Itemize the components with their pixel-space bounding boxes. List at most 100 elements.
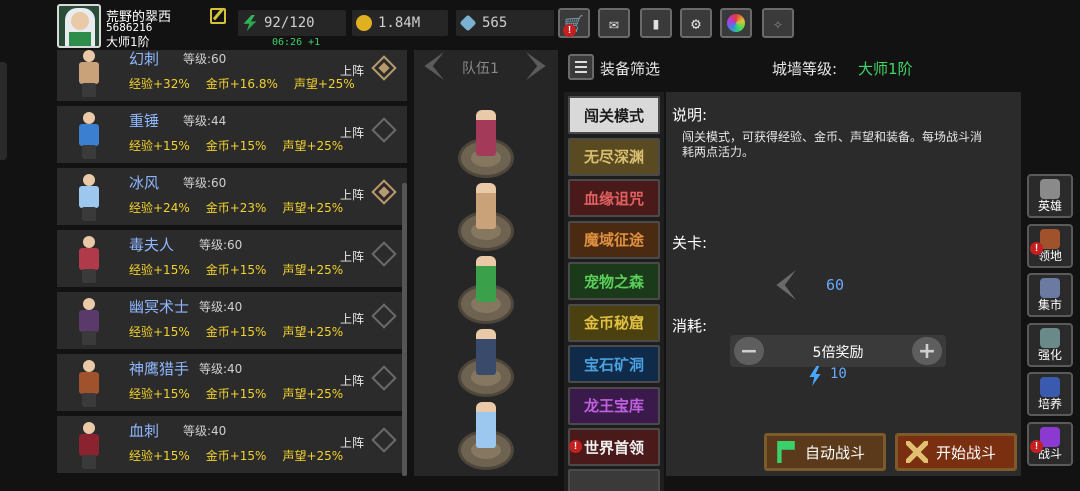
- hero-name: 血刺: [129, 422, 160, 440]
- shop-button[interactable]: 🛒 !: [558, 8, 590, 38]
- mode-tab[interactable]: 无尽深渊: [568, 137, 660, 176]
- side-nav-4[interactable]: 培养: [1027, 372, 1073, 416]
- side-drawer-handle[interactable]: [0, 62, 7, 160]
- hero-row[interactable]: 幽冥术士 等级:40 经验+15% 金币+15% 声望+25% 上阵: [57, 292, 407, 349]
- hero-bonuses: 经验+15% 金币+15% 声望+25%: [129, 385, 359, 402]
- color-button[interactable]: [720, 8, 752, 38]
- avatar-body: [69, 32, 91, 46]
- hero-row[interactable]: 血刺 等级:40 经验+15% 金币+15% 声望+25% 上阵: [57, 416, 407, 473]
- hero-exp-bonus: 经验+24%: [129, 201, 190, 215]
- mode-tab-label: 魔域征途: [583, 231, 644, 249]
- hero-head: [83, 50, 95, 62]
- multiplier-increase-button[interactable]: +: [912, 337, 942, 365]
- hero-bonuses: 经验+15% 金币+15% 声望+25%: [129, 137, 359, 154]
- start-battle-label: 开始战斗: [936, 443, 997, 462]
- deploy-label: 上阵: [340, 64, 365, 78]
- mode-tab[interactable]: 闯关模式: [568, 96, 660, 134]
- deploy-toggle-icon[interactable]: [371, 241, 397, 267]
- hero-sprite: [67, 234, 113, 284]
- hero-sprite: [67, 172, 113, 222]
- hero-legs: [82, 145, 96, 159]
- team-member-sprite: [476, 329, 496, 375]
- side-nav-2[interactable]: 集市: [1027, 273, 1073, 317]
- mode-tab-label: 无尽深渊: [583, 148, 644, 166]
- mail-button[interactable]: ✉: [598, 8, 630, 38]
- description-title: 说明:: [672, 106, 708, 124]
- team-member-sprite: [476, 256, 496, 302]
- side-nav-3[interactable]: 强化: [1027, 322, 1073, 367]
- gold-coin-icon: [356, 15, 372, 31]
- hero-gold-bonus: 金币+16.8%: [205, 77, 278, 91]
- deploy-toggle-icon[interactable]: [371, 55, 397, 81]
- hero-list[interactable]: 幻刺 等级:60 经验+32% 金币+16.8% 声望+25% 上阵 重锤 等级:44 经验+1…: [57, 50, 407, 476]
- menu-line-icon: [575, 71, 587, 73]
- hero-legs: [82, 83, 96, 97]
- hero-row[interactable]: 冰风 等级:60 经验+24% 金币+23% 声望+25% 上阵: [57, 168, 407, 225]
- hero-list-scrollbar[interactable]: [402, 183, 407, 476]
- hero-exp-bonus: 经验+15%: [129, 387, 190, 401]
- energy-value: 92/120: [264, 15, 315, 31]
- hero-row[interactable]: 重锤 等级:44 经验+15% 金币+15% 声望+25% 上阵: [57, 106, 407, 163]
- equipment-filter-button[interactable]: [568, 54, 594, 80]
- hero-sprite: [67, 358, 113, 408]
- portal-icon: [1040, 426, 1060, 447]
- mode-tab[interactable]: 世界首领!: [568, 428, 660, 466]
- mode-tab-label: 宝石矿洞: [583, 355, 644, 374]
- avatar[interactable]: [57, 4, 101, 48]
- hero-gold-bonus: 金币+15%: [205, 387, 267, 401]
- hero-level: 等级:60: [183, 52, 227, 66]
- cost-label: 消耗:: [672, 317, 708, 335]
- side-nav-1[interactable]: 领地!: [1027, 223, 1073, 268]
- mode-list[interactable]: 闯关模式无尽深渊血缘诅咒魔域征途宠物之森金币秘窟宝石矿洞龙王宝库 世界首领!: [564, 92, 664, 491]
- deploy-label: 上阵: [340, 374, 365, 388]
- castle-icon: [1040, 228, 1060, 249]
- deploy-toggle-icon[interactable]: [371, 427, 397, 453]
- gold-value: 1.84M: [378, 15, 421, 31]
- edit-name-icon[interactable]: [210, 8, 226, 24]
- mode-tab[interactable]: 宝石矿洞: [568, 345, 660, 383]
- wall-level-label: 城墙等级:: [772, 60, 838, 78]
- gamepad-icon: ▮: [651, 13, 661, 33]
- stage-value: 60: [826, 276, 845, 294]
- side-nav-5[interactable]: 战斗!: [1027, 421, 1073, 466]
- hero-row[interactable]: 幻刺 等级:60 经验+32% 金币+16.8% 声望+25% 上阵: [57, 50, 407, 101]
- mode-tab-partial[interactable]: [568, 469, 660, 491]
- mode-tab[interactable]: 金币秘窟: [568, 303, 660, 342]
- hero-gold-bonus: 金币+15%: [205, 139, 267, 153]
- mode-tab[interactable]: 血缘诅咒: [568, 179, 660, 217]
- hero-fame-bonus: 声望+25%: [282, 449, 344, 463]
- side-nav-label: 英雄: [1037, 199, 1062, 213]
- multiplier-value: 5倍奖励: [812, 345, 864, 361]
- deploy-label: 上阵: [340, 188, 365, 202]
- hero-row[interactable]: 神鹰猎手 等级:40 经验+15% 金币+15% 声望+25% 上阵: [57, 354, 407, 411]
- mode-tab[interactable]: 宠物之森: [568, 262, 660, 300]
- energy-cost-value: 10: [830, 366, 847, 382]
- deploy-toggle-icon[interactable]: [371, 179, 397, 205]
- hero-level: 等级:60: [199, 238, 243, 252]
- deploy-toggle-icon[interactable]: [371, 303, 397, 329]
- multiplier-decrease-button[interactable]: −: [734, 337, 764, 365]
- auto-battle-button[interactable]: 自动战斗: [764, 433, 886, 471]
- mode-tab[interactable]: 龙王宝库: [568, 386, 660, 425]
- deploy-toggle-icon[interactable]: [371, 365, 397, 391]
- description-text: 闯关模式，可获得经验、金币、声望和装备。每场战斗消耗两点活力。: [682, 130, 983, 159]
- deploy-toggle-icon[interactable]: [371, 117, 397, 143]
- hero-body: [79, 124, 99, 146]
- team-member-sprite: [476, 183, 496, 229]
- feather-button[interactable]: ✧: [762, 8, 794, 38]
- settings-button[interactable]: ⚙: [680, 8, 712, 38]
- hero-head: [83, 298, 95, 310]
- side-nav-0[interactable]: 英雄: [1027, 174, 1073, 218]
- hero-row[interactable]: 毒夫人 等级:60 经验+15% 金币+15% 声望+25% 上阵: [57, 230, 407, 287]
- hero-exp-bonus: 经验+15%: [129, 263, 190, 277]
- mode-tab[interactable]: 魔域征途: [568, 220, 660, 259]
- deploy-label: 上阵: [340, 126, 365, 140]
- hero-name: 毒夫人: [129, 236, 175, 254]
- gamepad-button[interactable]: ▮: [640, 8, 672, 38]
- mode-tab-label: 金币秘窟: [583, 314, 644, 332]
- equipment-filter-label[interactable]: 装备筛选: [600, 58, 660, 79]
- side-nav-label: 培养: [1037, 397, 1062, 411]
- hero-exp-bonus: 经验+32%: [129, 77, 190, 91]
- start-battle-button[interactable]: 开始战斗: [895, 433, 1017, 471]
- gold-counter: 1.84M: [352, 10, 448, 36]
